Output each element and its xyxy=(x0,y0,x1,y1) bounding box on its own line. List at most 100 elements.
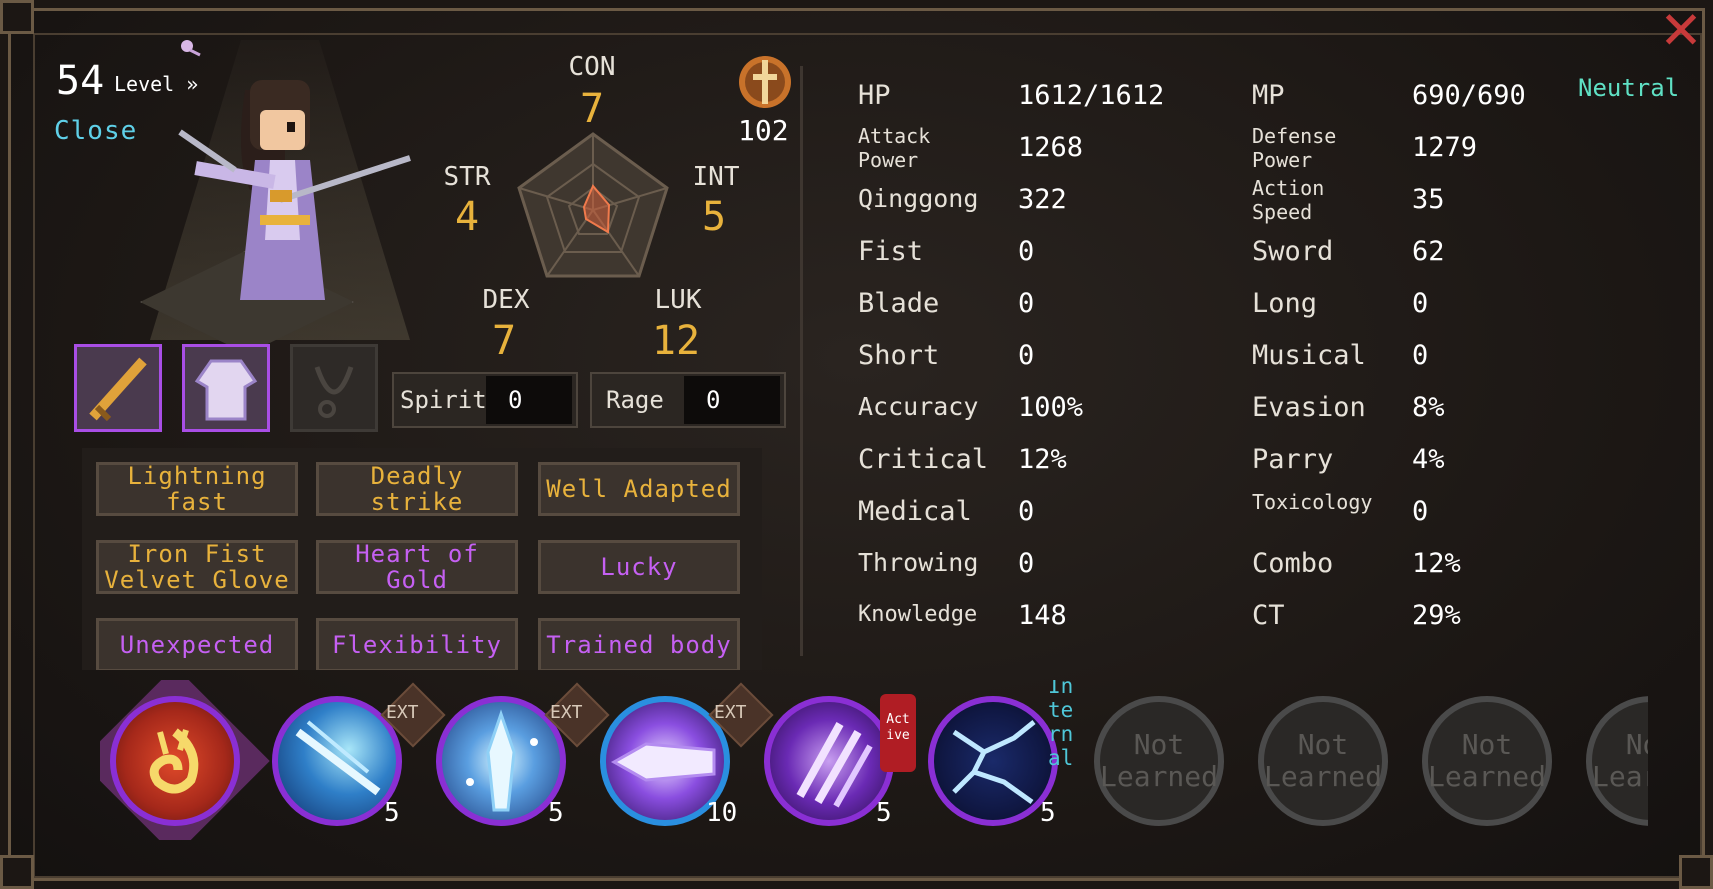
alignment-label: Neutral xyxy=(1578,74,1680,102)
robe-icon xyxy=(194,359,258,421)
stat-toxicology-value: 0 xyxy=(1412,496,1429,527)
trait-iron-fist[interactable]: Iron Fist Velvet Glove xyxy=(96,540,298,594)
skill-slot-5[interactable] xyxy=(764,696,894,826)
attr-int-value: 5 xyxy=(701,194,727,240)
stat-defense-label: Defense Power xyxy=(1252,124,1337,172)
rage-label: Rage xyxy=(606,386,664,414)
stat-ct-label: CT xyxy=(1252,600,1285,631)
trait-lucky[interactable]: Lucky xyxy=(538,540,740,594)
stat-attack-value: 1268 xyxy=(1018,132,1084,163)
stat-long-label: Long xyxy=(1252,288,1318,319)
trait-panel: Lightning fast Deadly strike Well Adapte… xyxy=(82,448,762,670)
stat-accuracy-value: 100% xyxy=(1018,392,1084,423)
stat-defense-value: 1279 xyxy=(1412,132,1478,163)
skill-slot-locked[interactable]: Not Learned xyxy=(1094,696,1224,826)
stat-ct-value: 29% xyxy=(1412,600,1461,631)
stat-mp-label: MP xyxy=(1252,80,1285,111)
stat-throwing-value: 0 xyxy=(1018,548,1035,579)
attr-con-value: 7 xyxy=(579,86,605,132)
stat-knowledge-value: 148 xyxy=(1018,600,1067,631)
skill-5-tag: Act ive xyxy=(880,694,916,772)
attr-con-label: CON xyxy=(568,52,616,82)
stat-toxicology-label: Toxicology xyxy=(1252,490,1373,514)
stat-throwing-label: Throwing xyxy=(858,548,979,577)
attribute-radar xyxy=(517,132,669,278)
spirit-pool: Spirit 0 xyxy=(392,372,578,428)
stat-action-speed-label: Action Speed xyxy=(1252,176,1325,224)
skill-4-level: 10 xyxy=(706,798,738,828)
sword-icon xyxy=(89,357,147,422)
skill-slot-locked[interactable]: Not Learned xyxy=(1422,696,1552,826)
level-arrow-icon: » xyxy=(186,72,199,96)
stat-accuracy-label: Accuracy xyxy=(858,392,979,421)
trait-deadly-strike[interactable]: Deadly strike xyxy=(316,462,518,516)
ice-crystal-icon xyxy=(466,709,538,812)
skill-2-level: 5 xyxy=(384,798,400,828)
frame-corner xyxy=(1679,855,1713,889)
skill-4-tag: EXT xyxy=(714,702,747,723)
stat-critical-value: 12% xyxy=(1018,444,1067,475)
skill-5-level: 5 xyxy=(876,798,892,828)
skill-slot-locked[interactable]: Not Learned xyxy=(1258,696,1388,826)
stat-parry-value: 4% xyxy=(1412,444,1445,475)
skill-slot-1[interactable] xyxy=(110,696,240,826)
skill-3-tag: EXT xyxy=(550,702,583,723)
stat-long-value: 0 xyxy=(1412,288,1429,319)
ice-streak-icon xyxy=(295,720,381,796)
stat-evasion-label: Evasion xyxy=(1252,392,1366,423)
stat-short-label: Short xyxy=(858,340,940,371)
level-label: Level » xyxy=(114,72,199,96)
stat-critical-label: Critical xyxy=(858,444,989,475)
equip-slot-weapon[interactable] xyxy=(74,344,162,432)
frame-corner xyxy=(0,0,34,34)
stat-hp-label: HP xyxy=(858,80,891,111)
stat-medical-value: 0 xyxy=(1018,496,1035,527)
equip-slot-armor[interactable] xyxy=(182,344,270,432)
stat-medical-label: Medical xyxy=(858,496,972,527)
stat-knowledge-label: Knowledge xyxy=(858,602,978,627)
stat-attack-label: Attack Power xyxy=(858,124,931,172)
spirit-label: Spirit xyxy=(400,386,487,414)
sword-emblem-icon xyxy=(739,56,791,108)
stat-short-value: 0 xyxy=(1018,340,1035,371)
rage-value: 0 xyxy=(684,376,780,424)
stat-hp-value: 1612/1612 xyxy=(1018,80,1165,111)
stat-blade-label: Blade xyxy=(858,288,940,319)
panel-divider xyxy=(800,66,803,656)
close-button[interactable]: Close xyxy=(54,116,137,146)
skill-2-tag: EXT xyxy=(386,702,419,723)
level-number: 54 xyxy=(56,58,105,104)
skill-slot-6[interactable] xyxy=(928,696,1058,826)
frame-corner xyxy=(0,855,34,889)
skill-slot-locked[interactable]: Not Learned xyxy=(1586,696,1648,826)
claw-slash-icon xyxy=(796,722,873,808)
trait-heart-of-gold[interactable]: Heart of Gold xyxy=(316,540,518,594)
trait-well-adapted[interactable]: Well Adapted xyxy=(538,462,740,516)
lightning-crack-icon xyxy=(952,720,1036,805)
character-portrait xyxy=(178,40,411,300)
equip-slot-accessory[interactable] xyxy=(290,344,378,432)
attr-str-value: 4 xyxy=(454,194,480,240)
stat-parry-label: Parry xyxy=(1252,444,1334,475)
stat-musical-label: Musical xyxy=(1252,340,1366,371)
stat-fist-label: Fist xyxy=(858,236,924,267)
trait-flexibility[interactable]: Flexibility xyxy=(316,618,518,670)
necklace-icon xyxy=(314,366,354,418)
stat-blade-value: 0 xyxy=(1018,288,1035,319)
flame-spiral-icon xyxy=(149,728,199,794)
trait-lightning-fast[interactable]: Lightning fast xyxy=(96,462,298,516)
stat-sword-value: 62 xyxy=(1412,236,1445,267)
emblem-value: 102 xyxy=(738,114,789,147)
skill-3-level: 5 xyxy=(548,798,564,828)
close-icon[interactable]: ✕ xyxy=(1650,0,1712,62)
skill-6-level: 5 xyxy=(1040,798,1056,828)
stat-combo-value: 12% xyxy=(1412,548,1461,579)
stat-evasion-value: 8% xyxy=(1412,392,1445,423)
stat-fist-value: 0 xyxy=(1018,236,1035,267)
trait-trained-body[interactable]: Trained body xyxy=(538,618,740,670)
stat-sword-label: Sword xyxy=(1252,236,1334,267)
attr-dex-value: 7 xyxy=(491,318,517,364)
rage-pool: Rage 0 xyxy=(590,372,786,428)
stat-combo-label: Combo xyxy=(1252,548,1334,579)
trait-unexpected[interactable]: Unexpected xyxy=(96,618,298,670)
